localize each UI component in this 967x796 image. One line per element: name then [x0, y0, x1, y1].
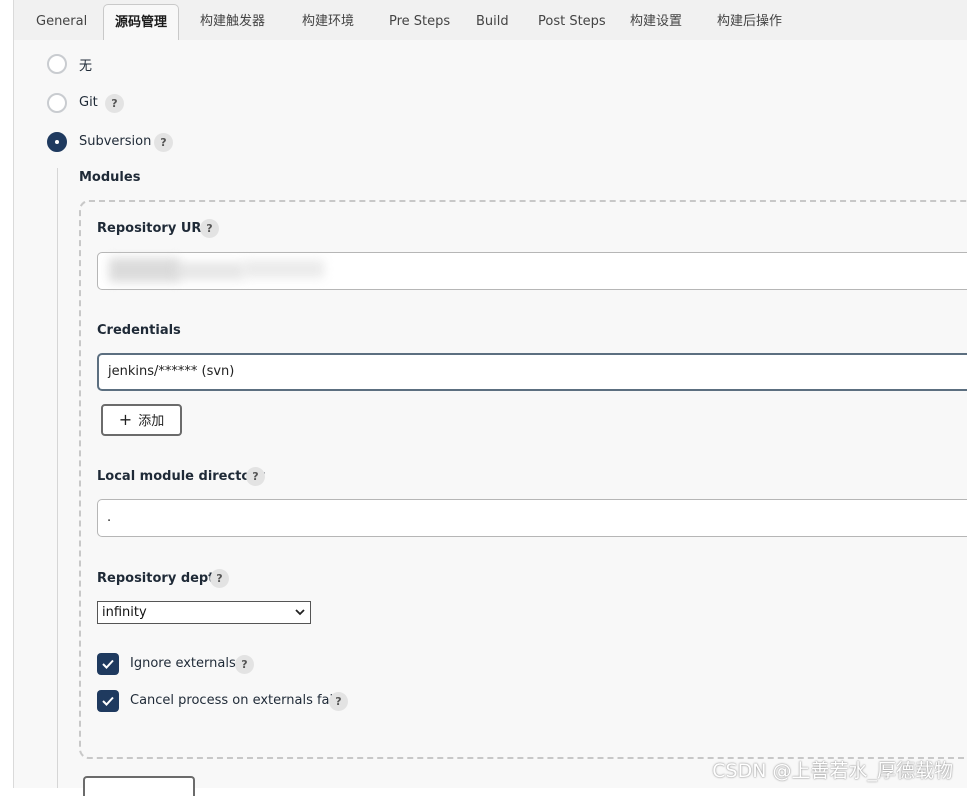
- ignore-externals-label: Ignore externals: [130, 656, 236, 671]
- redacted-url-blur: [109, 258, 179, 282]
- subversion-section-divider: [57, 168, 58, 788]
- tab-general[interactable]: General: [25, 4, 98, 40]
- scm-subversion-radio[interactable]: [47, 132, 67, 152]
- add-module-button[interactable]: [83, 776, 195, 796]
- tab-pre-steps[interactable]: Pre Steps: [378, 4, 461, 40]
- repository-depth-select[interactable]: infinity: [97, 601, 311, 624]
- cancel-on-externals-fail-label: Cancel process on externals fail: [130, 693, 337, 708]
- checkmark-icon: [102, 659, 114, 669]
- modules-heading: Modules: [79, 170, 141, 185]
- cancel-on-externals-fail-help-icon[interactable]: ?: [329, 692, 348, 711]
- scm-none-radio[interactable]: [47, 54, 67, 74]
- subversion-help-icon[interactable]: ?: [154, 133, 173, 152]
- tab-build-settings[interactable]: 构建设置: [619, 4, 693, 40]
- checkmark-icon: [102, 696, 114, 706]
- local-module-directory-input[interactable]: .: [97, 499, 967, 537]
- ignore-externals-help-icon[interactable]: ?: [235, 655, 254, 674]
- local-module-directory-label: Local module directory: [97, 469, 266, 484]
- repository-depth-help-icon[interactable]: ?: [210, 569, 229, 588]
- watermark: CSDN @上善若水_厚德载物: [712, 760, 953, 782]
- scm-none-label: 无: [79, 59, 93, 74]
- tab-build-triggers[interactable]: 构建触发器: [189, 4, 276, 40]
- tab-post-steps[interactable]: Post Steps: [527, 4, 617, 40]
- scm-subversion-label: Subversion: [79, 134, 152, 149]
- add-credentials-label: 添加: [138, 414, 165, 429]
- credentials-label: Credentials: [97, 323, 181, 338]
- config-tab-bar: General 源码管理 构建触发器 构建环境 Pre Steps Build …: [14, 0, 967, 40]
- redacted-url-blur: [174, 262, 244, 280]
- repository-url-help-icon[interactable]: ?: [200, 219, 219, 238]
- redacted-url-blur: [244, 260, 324, 278]
- scm-git-radio[interactable]: [47, 93, 67, 113]
- repository-url-label: Repository URL: [97, 221, 210, 236]
- repository-depth-value: infinity: [102, 605, 147, 620]
- tab-post-build-actions[interactable]: 构建后操作: [706, 4, 793, 40]
- cancel-on-externals-fail-checkbox[interactable]: [97, 690, 119, 712]
- add-credentials-button[interactable]: + 添加: [101, 404, 182, 436]
- tab-source-code-management[interactable]: 源码管理: [103, 4, 180, 40]
- chevron-down-icon: [295, 609, 305, 616]
- scm-git-label: Git: [79, 95, 98, 110]
- tab-build[interactable]: Build: [465, 4, 520, 40]
- local-module-directory-help-icon[interactable]: ?: [246, 467, 265, 486]
- tab-build-environment[interactable]: 构建环境: [291, 4, 365, 40]
- ignore-externals-checkbox[interactable]: [97, 653, 119, 675]
- repository-depth-label: Repository depth: [97, 571, 224, 586]
- credentials-select[interactable]: jenkins/****** (svn): [97, 353, 967, 391]
- job-config-page: General 源码管理 构建触发器 构建环境 Pre Steps Build …: [13, 0, 967, 796]
- plus-icon: +: [118, 410, 133, 429]
- git-help-icon[interactable]: ?: [105, 94, 124, 113]
